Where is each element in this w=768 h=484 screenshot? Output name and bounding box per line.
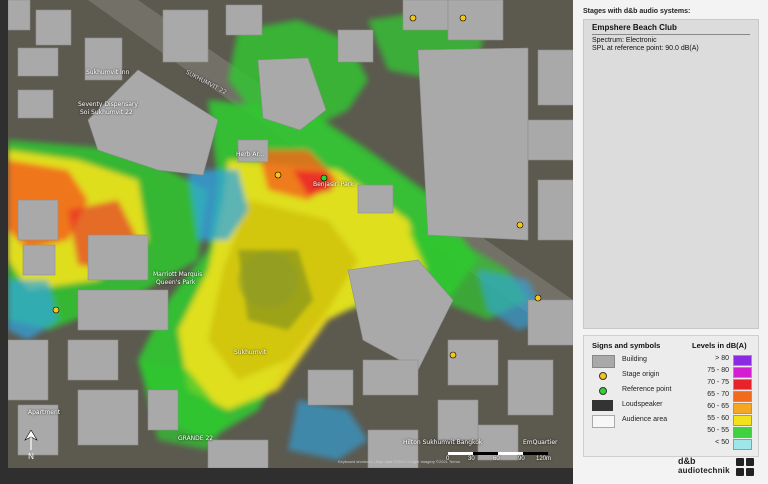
legend-signs-title: Signs and symbols — [592, 341, 661, 350]
svg-text:N: N — [28, 452, 34, 460]
legend-level-label: 55 - 60 — [707, 415, 729, 422]
legend-level-row: 70 - 75 — [694, 378, 754, 390]
stage-spl: SPL at reference point: 90.0 dB(A) — [592, 45, 699, 52]
scale-label-30: 30 — [468, 456, 475, 462]
legend-level-label: 60 - 65 — [707, 403, 729, 410]
map-label-g: Queen's Park — [156, 279, 196, 286]
map-label-e: Benjasiri Park — [313, 181, 354, 188]
reference-point-dot-icon — [592, 385, 613, 396]
legend-sign-audience-area: Audience area — [592, 414, 692, 428]
stage-info-box: Empshere Beach Club Spectrum: Electronic… — [583, 19, 759, 329]
sound-level-map[interactable]: Sukhumvit Inn Seventy Dispensary Soi Suk… — [8, 0, 573, 468]
stage-spectrum: Spectrum: Electronic — [592, 37, 657, 44]
db-logo: d&b audiotechnik — [678, 456, 763, 480]
scale-label-0: 0 — [446, 456, 450, 462]
legend-level-label: 65 - 70 — [707, 391, 729, 398]
scale-label-90: 90 — [518, 456, 525, 462]
legend-level-label: < 50 — [715, 439, 729, 446]
legend-level-swatch — [733, 427, 752, 438]
legend-level-label: 75 - 80 — [707, 367, 729, 374]
legend-levels-title: Levels in dB(A) — [692, 341, 747, 350]
legend-sign-label: Building — [622, 356, 647, 363]
stage-origin-dot-icon — [592, 370, 613, 381]
legend-level-label: 70 - 75 — [707, 379, 729, 386]
legend-sign-label: Audience area — [622, 416, 668, 423]
map-label-f: Marriott Marquis — [153, 271, 203, 278]
legend-level-row: > 80 — [694, 354, 754, 366]
legend-sign-label: Stage origin — [622, 371, 660, 378]
panel-header: Stages with d&b audio systems: — [583, 0, 758, 18]
building-swatch-icon — [592, 355, 615, 368]
legend-level-label: 50 - 55 — [707, 427, 729, 434]
map-label-h: Sukhumvit — [234, 349, 267, 356]
legend-sign-building: Building — [592, 354, 692, 368]
legend-level-swatch — [733, 355, 752, 366]
map-label-d: Herb Ar... — [236, 151, 265, 158]
legend-sign-loudspeaker: Loudspeaker — [592, 399, 692, 412]
legend-level-row: 50 - 55 — [694, 426, 754, 438]
legend-sign-label: Loudspeaker — [622, 401, 663, 408]
map-label-a: Sukhumvit Inn — [86, 69, 130, 76]
map-attribution: Keyboard shortcuts | Map data ©2021 Goog… — [338, 459, 460, 464]
info-panel: Stages with d&b audio systems: Empshere … — [573, 0, 768, 484]
map-label-c: Soi Sukhumvit 22 — [80, 109, 133, 116]
legend-level-label: > 80 — [715, 355, 729, 362]
legend-level-swatch — [733, 379, 752, 390]
legend-sign-stage-origin: Stage origin — [592, 369, 692, 382]
legend-level-swatch — [733, 415, 752, 426]
scale-label-60: 60 — [493, 456, 500, 462]
legend-sign-label: Reference point — [622, 386, 672, 393]
stage-divider — [592, 34, 750, 35]
panel-header-text: Stages with d&b audio systems: — [583, 8, 691, 15]
north-arrow-icon: N — [23, 430, 39, 460]
audience-area-swatch-icon — [592, 415, 615, 428]
legend-sign-reference-point: Reference point — [592, 384, 692, 397]
legend-level-row: 55 - 60 — [694, 414, 754, 426]
legend-level-row: 65 - 70 — [694, 390, 754, 402]
legend-level-row: < 50 — [694, 438, 754, 450]
legend: Signs and symbols Levels in dB(A) Buildi… — [583, 335, 759, 457]
map-label-b: Seventy Dispensary — [78, 101, 138, 108]
logo-line2: audiotechnik — [678, 466, 730, 475]
map-label-l: EmQuartier — [523, 439, 558, 446]
map-label-m: GRANDE 22 — [178, 435, 214, 442]
legend-level-swatch — [733, 439, 752, 450]
logo-mark-icon — [736, 458, 755, 477]
map-label-k: Hilton Sukhumvit Bangkok — [403, 439, 483, 446]
legend-level-swatch — [733, 391, 752, 402]
stage-name: Empshere Beach Club — [592, 23, 677, 32]
legend-level-swatch — [733, 403, 752, 414]
legend-level-row: 60 - 65 — [694, 402, 754, 414]
legend-level-swatch — [733, 367, 752, 378]
scale-bar-graphic — [448, 452, 548, 455]
legend-level-row: 75 - 80 — [694, 366, 754, 378]
loudspeaker-swatch-icon — [592, 400, 613, 411]
scale-label-120: 120m — [536, 456, 552, 462]
logo-line1: d&b — [678, 456, 696, 466]
map-label-i: Apartment — [28, 409, 61, 416]
scale-bar: 0 30 60 90 120m — [446, 452, 553, 466]
